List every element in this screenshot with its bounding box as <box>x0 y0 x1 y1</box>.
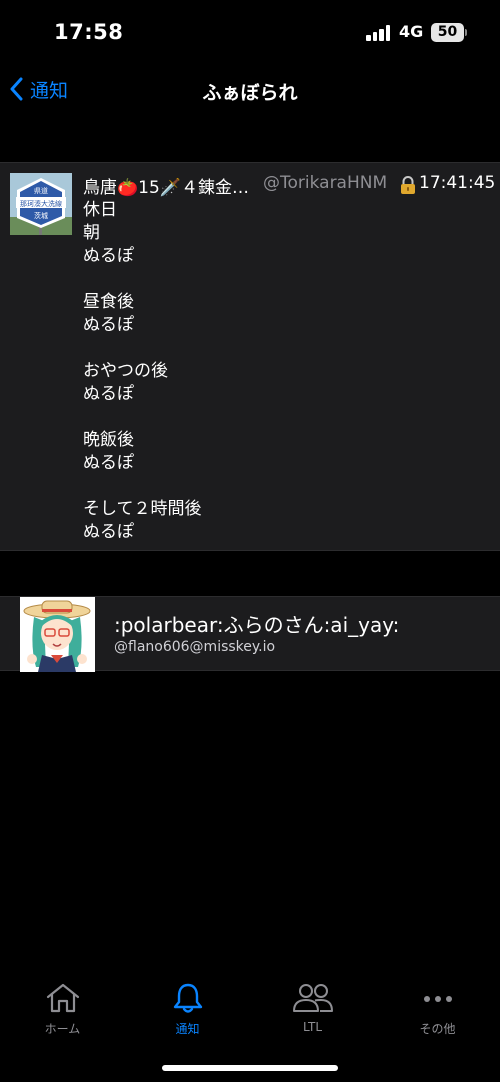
note-timestamp: 17:41:45 <box>419 173 496 193</box>
status-bar: 17:58 4G 50 <box>0 0 500 66</box>
battery-icon: 50 <box>431 23 464 42</box>
nav-bar: 通知 ふぁぼられ <box>0 66 500 112</box>
note-header: 鳥唐🍅15🗡️４錬金… @TorikaraHNM 17:41:45 <box>83 173 496 198</box>
tab-more[interactable]: その他 <box>375 982 500 1042</box>
tab-home[interactable]: ホーム <box>0 982 125 1042</box>
avatar-sign-bottom: 茨城 <box>34 211 48 220</box>
anime-girl-avatar-image <box>20 597 95 672</box>
screen: 17:58 4G 50 通知 ふぁぼられ 県道 那珂湊大洗線 茨城 鳥唐🍅15🗡… <box>0 0 500 1082</box>
lock-icon <box>401 176 415 194</box>
home-indicator[interactable] <box>162 1065 338 1071</box>
note-card[interactable]: 県道 那珂湊大洗線 茨城 鳥唐🍅15🗡️４錬金… @TorikaraHNM 17… <box>0 162 500 551</box>
signal-icon <box>366 25 391 41</box>
tab-ltl-label: LTL <box>302 1020 323 1034</box>
network-type: 4G <box>399 22 424 41</box>
bell-icon <box>173 983 202 1013</box>
people-icon <box>292 984 333 1012</box>
user-avatar[interactable] <box>20 597 95 672</box>
tab-ltl[interactable]: LTL <box>250 982 375 1042</box>
home-icon <box>46 983 79 1013</box>
tab-notifications-label: 通知 <box>175 1022 200 1036</box>
status-time: 17:58 <box>54 20 124 44</box>
tab-notifications[interactable]: 通知 <box>125 982 250 1042</box>
tab-more-label: その他 <box>419 1022 456 1036</box>
road-sign-avatar-image: 県道 那珂湊大洗線 茨城 <box>10 173 72 235</box>
more-icon <box>423 996 452 1002</box>
tab-home-label: ホーム <box>44 1022 81 1036</box>
avatar-sign-top: 県道 <box>34 186 48 195</box>
user-handle[interactable]: @flano606@misskey.io <box>114 639 275 655</box>
note-avatar[interactable]: 県道 那珂湊大洗線 茨城 <box>10 173 72 235</box>
page-title: ふぁぼられ <box>202 82 298 104</box>
note-user-name[interactable]: 鳥唐🍅15🗡️４錬金… <box>83 173 249 198</box>
favorited-user-row[interactable]: :polarbear:ふらのさん:ai_yay: @flano606@missk… <box>0 596 500 672</box>
note-body: 休日 朝 ぬるぽ 昼食後 ぬるぽ おやつの後 ぬるぽ 晩飯後 ぬるぽ そして２時… <box>83 200 202 542</box>
note-user-handle[interactable]: @TorikaraHNM <box>263 173 387 193</box>
user-display-name[interactable]: :polarbear:ふらのさん:ai_yay: <box>114 609 399 638</box>
avatar-sign-middle: 那珂湊大洗線 <box>20 199 62 208</box>
battery-tip <box>465 29 467 36</box>
